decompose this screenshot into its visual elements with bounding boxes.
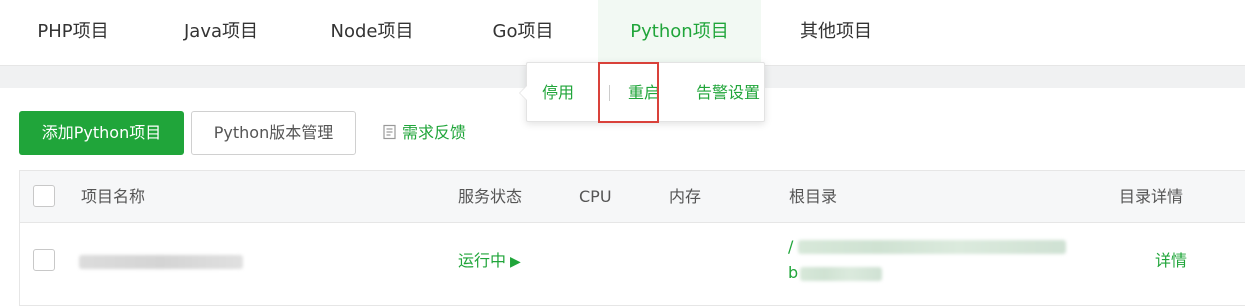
- add-python-project-button[interactable]: 添加Python项目: [19, 111, 184, 155]
- header-service-status: 服务状态: [458, 187, 523, 206]
- project-type-tabs: PHP项目 Java项目 Node项目 Go项目 Python项目 其他项目: [0, 0, 1245, 66]
- header-cpu: CPU: [579, 187, 612, 206]
- redacted-project-name: [79, 255, 243, 269]
- redacted-root-path: [798, 240, 1066, 254]
- service-status-running[interactable]: 运行中 ▶: [458, 223, 521, 299]
- tab-go[interactable]: Go项目: [448, 0, 598, 66]
- tab-label: Go项目: [492, 21, 554, 42]
- tab-label: 其他项目: [800, 21, 872, 42]
- status-label: 运行中: [458, 251, 507, 270]
- play-icon: ▶: [510, 254, 521, 270]
- feedback-label: 需求反馈: [402, 123, 467, 142]
- table-row: 运行中 ▶ / b 详情: [20, 223, 1245, 299]
- header-memory: 内存: [669, 187, 702, 206]
- header-root-dir: 根目录: [789, 187, 838, 206]
- tab-label: Python项目: [630, 21, 729, 42]
- edit-note-icon: [383, 124, 396, 140]
- tab-label: Java项目: [183, 21, 259, 42]
- detail-link[interactable]: 详情: [1155, 223, 1187, 299]
- tab-label: PHP项目: [37, 21, 109, 42]
- header-dir-detail: 目录详情: [1119, 187, 1184, 206]
- restart-highlight-box: [598, 62, 659, 123]
- redacted-root-path-2: [800, 267, 882, 281]
- tab-php[interactable]: PHP项目: [0, 0, 146, 66]
- stop-service-button[interactable]: 停用: [542, 63, 574, 123]
- alarm-settings-button[interactable]: 告警设置: [696, 63, 760, 123]
- python-version-manage-button[interactable]: Python版本管理: [191, 111, 356, 155]
- row-checkbox[interactable]: [33, 249, 55, 271]
- tab-other[interactable]: 其他项目: [761, 0, 911, 66]
- project-table: 项目名称 服务状态 CPU 内存 根目录 目录详情 运行中 ▶ / b 详情: [19, 170, 1245, 306]
- feedback-link[interactable]: 需求反馈: [382, 111, 466, 155]
- header-project-name: 项目名称: [81, 187, 146, 206]
- tab-node[interactable]: Node项目: [296, 0, 448, 66]
- select-all-checkbox[interactable]: [33, 185, 55, 207]
- root-path-fragment: /: [788, 237, 794, 256]
- tab-label: Node项目: [330, 21, 414, 42]
- tab-java[interactable]: Java项目: [146, 0, 296, 66]
- root-path-fragment-2: b: [788, 263, 799, 282]
- table-header: 项目名称 服务状态 CPU 内存 根目录 目录详情: [20, 171, 1245, 223]
- tab-python[interactable]: Python项目: [598, 0, 761, 66]
